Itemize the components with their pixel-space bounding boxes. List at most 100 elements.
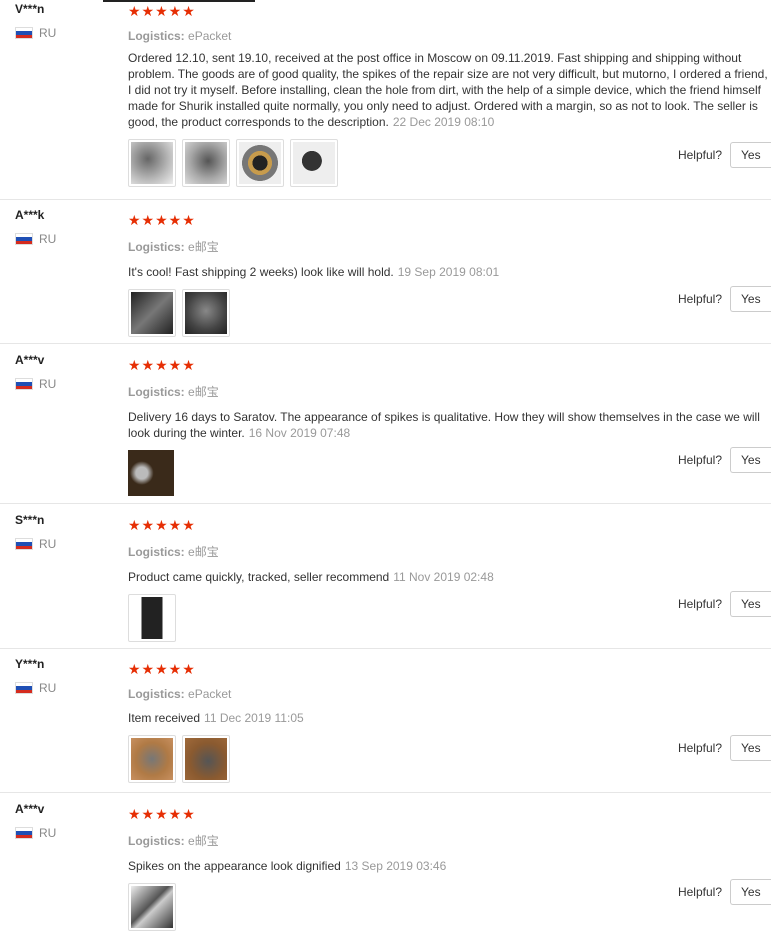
helpful-yes-button[interactable]: Yes <box>730 447 771 473</box>
star-rating: ★★★★★ <box>128 661 196 677</box>
logistics-value: ePacket <box>188 29 232 43</box>
star-rating: ★★★★★ <box>128 517 196 533</box>
review-body: Spikes on the appearance look dignified <box>128 859 341 873</box>
review-date: 11 Dec 2019 11:05 <box>204 711 304 725</box>
helpful-label: Helpful? <box>677 885 722 899</box>
helpful-yes-button[interactable]: Yes <box>730 286 771 312</box>
logistics-info: Logistics: ePacket <box>128 29 771 43</box>
star-rating: ★★★★★ <box>128 212 196 228</box>
review-photo[interactable] <box>128 289 176 337</box>
review-item: S***n RU ★★★★★ Logistics: e邮宝 Product ca… <box>0 511 771 649</box>
photo-list <box>128 289 771 337</box>
helpful-yes-button[interactable]: Yes <box>730 735 771 761</box>
review-photo[interactable] <box>128 883 176 931</box>
reviewer-name: A***v <box>15 802 45 816</box>
helpful-yes-button[interactable]: Yes <box>730 879 771 905</box>
country-code: RU <box>39 537 57 551</box>
helpful-label: Helpful? <box>677 453 722 467</box>
flag-icon <box>15 378 33 390</box>
helpful-label: Helpful? <box>677 597 722 611</box>
reviewer-country: RU <box>15 537 56 551</box>
helpful-control: Helpful? Yes <box>678 142 771 168</box>
review-body: It's cool! Fast shipping 2 weeks) look l… <box>128 265 394 279</box>
reviewer-country: RU <box>15 26 56 40</box>
review-photo[interactable] <box>182 289 230 337</box>
reviewer-name: A***v <box>15 353 45 367</box>
review-text: Delivery 16 days to Saratov. The appeara… <box>128 409 768 441</box>
review-photo[interactable] <box>182 139 230 187</box>
helpful-yes-button[interactable]: Yes <box>730 591 771 617</box>
review-text: It's cool! Fast shipping 2 weeks) look l… <box>128 264 768 280</box>
helpful-control: Helpful? Yes <box>678 447 771 473</box>
review-item: A***v RU ★★★★★ Logistics: e邮宝 Delivery 1… <box>0 351 771 504</box>
review-date: 19 Sep 2019 08:01 <box>397 265 500 279</box>
helpful-label: Helpful? <box>677 148 722 162</box>
logistics-label: Logistics: <box>128 687 185 701</box>
logistics-info: Logistics: ePacket <box>128 687 771 701</box>
star-rating: ★★★★★ <box>128 357 196 373</box>
logistics-label: Logistics: <box>128 834 185 848</box>
helpful-control: Helpful? Yes <box>678 591 771 617</box>
logistics-value: e邮宝 <box>188 834 219 848</box>
review-body: Delivery 16 days to Saratov. The appeara… <box>128 410 760 440</box>
reviewer-country: RU <box>15 232 56 246</box>
flag-icon <box>15 27 33 39</box>
photo-list <box>128 450 771 496</box>
logistics-label: Logistics: <box>128 545 185 559</box>
photo-list <box>128 139 771 187</box>
logistics-info: Logistics: e邮宝 <box>128 383 771 400</box>
logistics-label: Logistics: <box>128 385 185 399</box>
flag-icon <box>15 233 33 245</box>
flag-icon <box>15 682 33 694</box>
review-item: A***k RU ★★★★★ Logistics: e邮宝 It's cool!… <box>0 206 771 344</box>
review-date: 22 Dec 2019 08:10 <box>392 115 495 129</box>
review-item: V***n RU ★★★★★ Logistics: ePacket Ordere… <box>0 0 771 200</box>
review-photo[interactable] <box>236 139 284 187</box>
logistics-value: ePacket <box>188 687 232 701</box>
helpful-label: Helpful? <box>677 292 722 306</box>
reviewer-name: A***k <box>15 208 45 222</box>
country-code: RU <box>39 826 57 840</box>
country-code: RU <box>39 681 57 695</box>
logistics-info: Logistics: e邮宝 <box>128 832 771 849</box>
review-date: 11 Nov 2019 02:48 <box>393 570 494 584</box>
review-date: 16 Nov 2019 07:48 <box>248 426 351 440</box>
review-body: Product came quickly, tracked, seller re… <box>128 570 390 584</box>
flag-icon <box>15 827 33 839</box>
review-text: Ordered 12.10, sent 19.10, received at t… <box>128 50 768 130</box>
review-item: A***v RU ★★★★★ Logistics: e邮宝 Spikes on … <box>0 800 771 931</box>
review-photo[interactable] <box>128 594 176 642</box>
star-rating: ★★★★★ <box>128 806 196 822</box>
review-item: Y***n RU ★★★★★ Logistics: ePacket Item r… <box>0 655 771 793</box>
review-photo[interactable] <box>182 735 230 783</box>
logistics-label: Logistics: <box>128 29 185 43</box>
review-body: Item received <box>128 711 201 725</box>
reviewer-country: RU <box>15 826 56 840</box>
logistics-info: Logistics: e邮宝 <box>128 543 771 560</box>
photo-list <box>128 883 771 931</box>
helpful-control: Helpful? Yes <box>678 735 771 761</box>
logistics-value: e邮宝 <box>188 545 219 559</box>
review-photo[interactable] <box>128 735 176 783</box>
review-date: 13 Sep 2019 03:46 <box>344 859 447 873</box>
review-text: Spikes on the appearance look dignified 1… <box>128 858 768 874</box>
logistics-value: e邮宝 <box>188 385 219 399</box>
country-code: RU <box>39 232 57 246</box>
review-text: Product came quickly, tracked, seller re… <box>128 569 768 585</box>
review-text: Item received 11 Dec 2019 11:05 <box>128 710 768 726</box>
review-photo[interactable] <box>128 450 174 496</box>
flag-icon <box>15 538 33 550</box>
review-photo[interactable] <box>290 139 338 187</box>
photo-list <box>128 735 771 783</box>
star-rating: ★★★★★ <box>128 3 196 19</box>
logistics-value: e邮宝 <box>188 240 219 254</box>
logistics-label: Logistics: <box>128 240 185 254</box>
logistics-info: Logistics: e邮宝 <box>128 238 771 255</box>
country-code: RU <box>39 26 57 40</box>
review-photo[interactable] <box>128 139 176 187</box>
helpful-yes-button[interactable]: Yes <box>730 142 771 168</box>
photo-list <box>128 594 771 642</box>
reviewer-name: Y***n <box>15 657 45 671</box>
reviewer-country: RU <box>15 681 56 695</box>
reviewer-name: S***n <box>15 513 45 527</box>
